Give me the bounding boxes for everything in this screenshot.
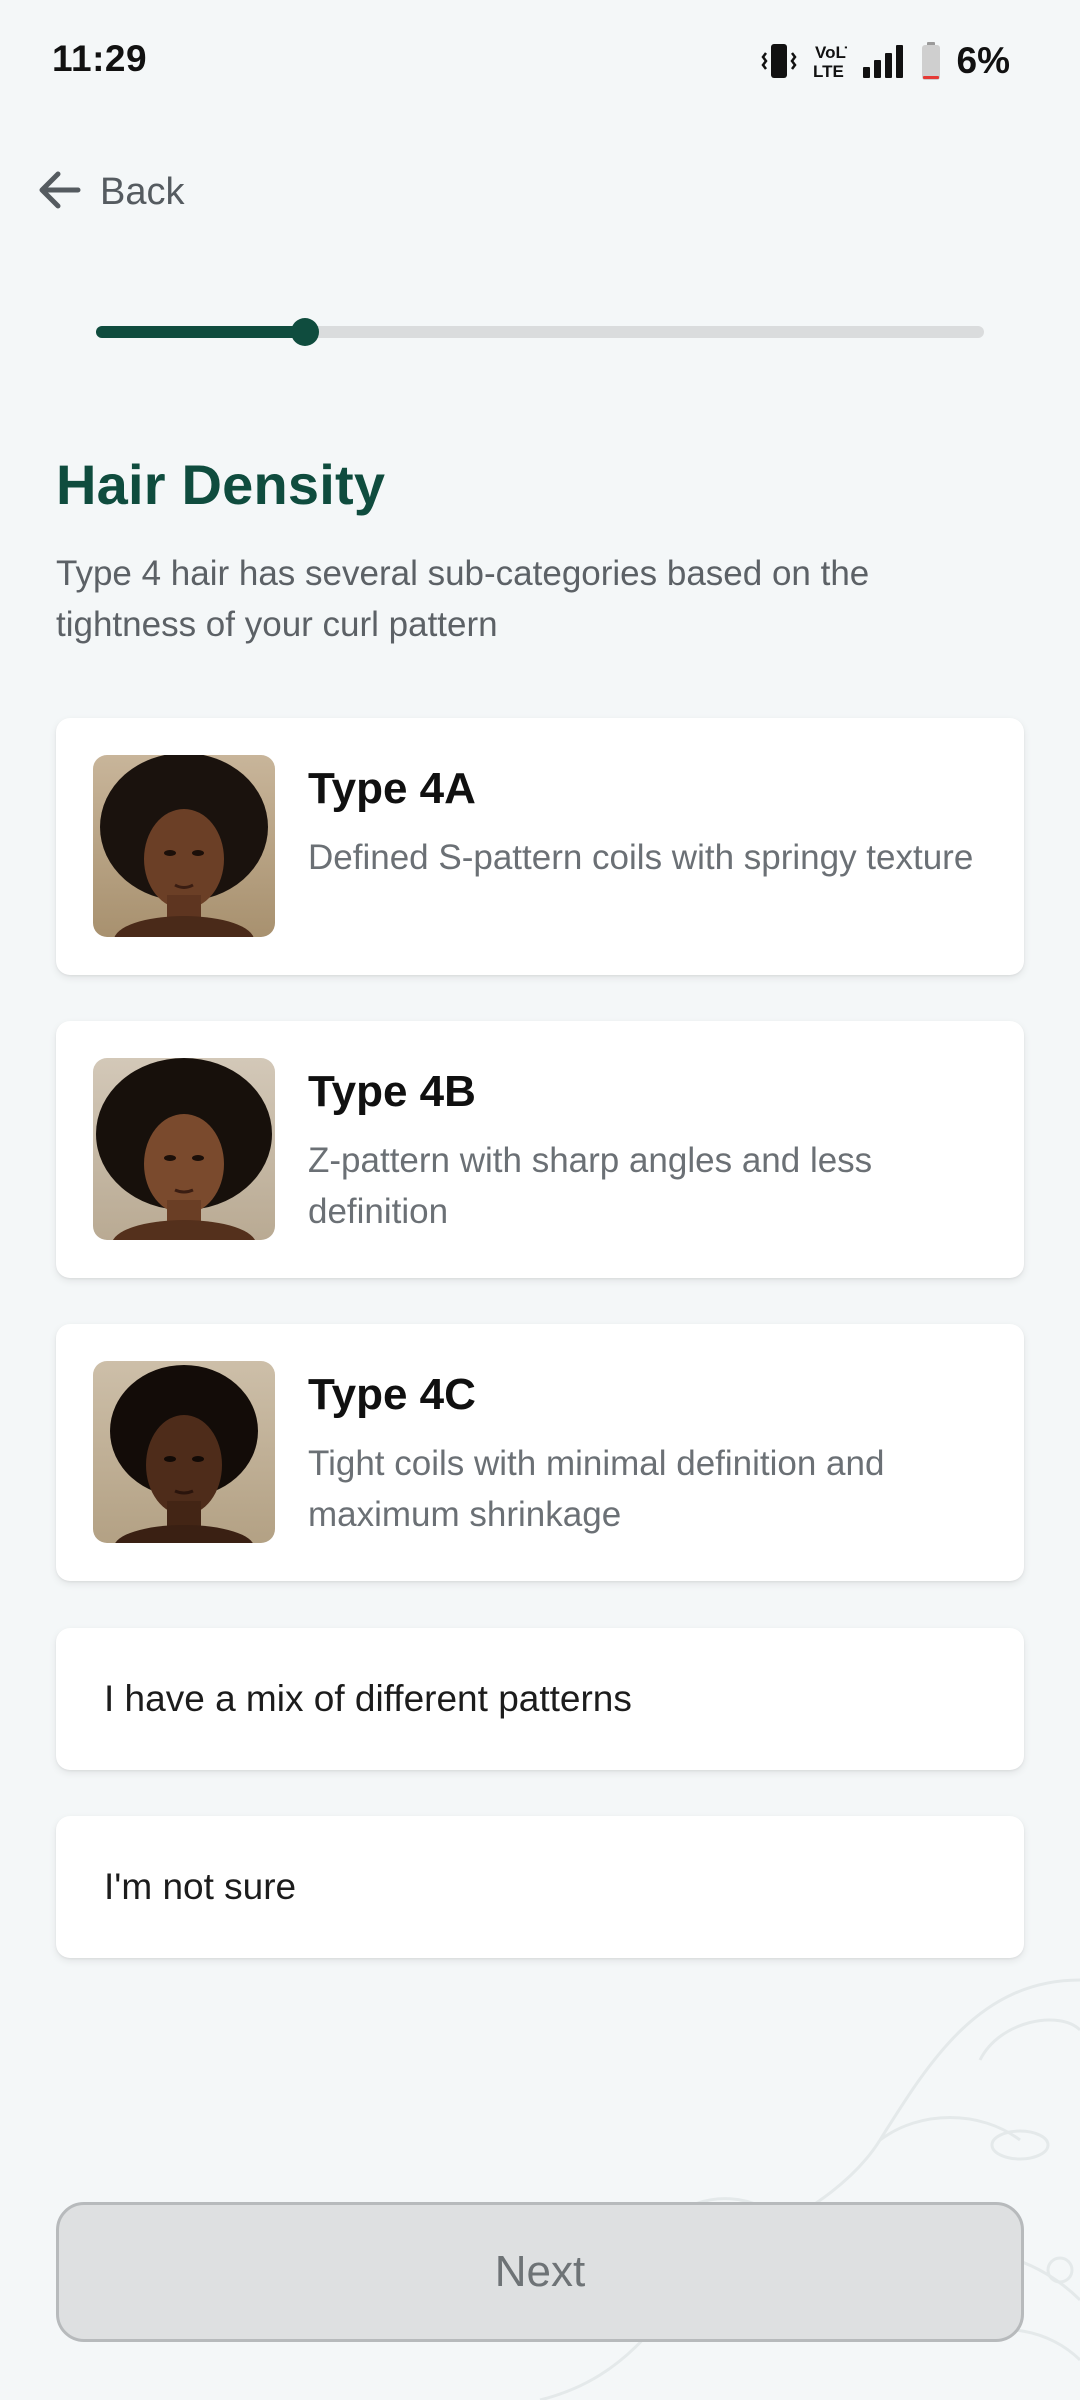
portrait-image (93, 755, 275, 937)
battery-icon (921, 41, 941, 81)
option-card-type-4c[interactable]: Type 4C Tight coils with minimal definit… (56, 1324, 1024, 1581)
status-time: 11:29 (52, 38, 148, 79)
option-title: Type 4C (308, 1370, 476, 1419)
back-button[interactable]: Back (34, 162, 184, 222)
portrait-image (93, 1058, 275, 1240)
portrait-image (93, 1361, 275, 1543)
option-title: Type 4B (308, 1067, 476, 1116)
option-description: Tight coils with minimal definition and … (308, 1444, 885, 1534)
status-bar: 11:29 VoLTE LTE (0, 0, 1080, 120)
lte-text: LTE (813, 62, 844, 81)
progress-fill (96, 326, 305, 338)
screen: 11:29 VoLTE LTE (0, 0, 1080, 2400)
option-label: I'm not sure (104, 1866, 297, 1907)
next-button[interactable]: Next (56, 2202, 1024, 2342)
status-icons: VoLTE LTE 6% (760, 36, 1010, 86)
option-card-type-4b[interactable]: Type 4B Z-pattern with sharp angles and … (56, 1021, 1024, 1278)
page-subtitle: Type 4 hair has several sub-categories b… (56, 554, 870, 644)
signal-icon (861, 43, 907, 79)
volte-icon: VoLTE LTE (811, 41, 847, 81)
option-description: Z-pattern with sharp angles and less def… (308, 1141, 873, 1231)
vibrate-icon (760, 41, 797, 81)
option-label: I have a mix of different patterns (104, 1678, 632, 1719)
arrow-left-icon (34, 164, 86, 221)
progress-knob (290, 318, 319, 346)
option-not-sure[interactable]: I'm not sure (56, 1816, 1024, 1958)
volte-text: VoLTE (815, 43, 847, 62)
option-description: Defined S-pattern coils with springy tex… (308, 838, 974, 877)
battery-percent: 6% (956, 40, 1010, 81)
progress-bar (96, 318, 984, 346)
back-label: Back (100, 170, 185, 213)
option-mixed-patterns[interactable]: I have a mix of different patterns (56, 1628, 1024, 1770)
option-title: Type 4A (308, 764, 476, 813)
option-card-type-4a[interactable]: Type 4A Defined S-pattern coils with spr… (56, 718, 1024, 975)
page-title: Hair Density (56, 453, 386, 516)
